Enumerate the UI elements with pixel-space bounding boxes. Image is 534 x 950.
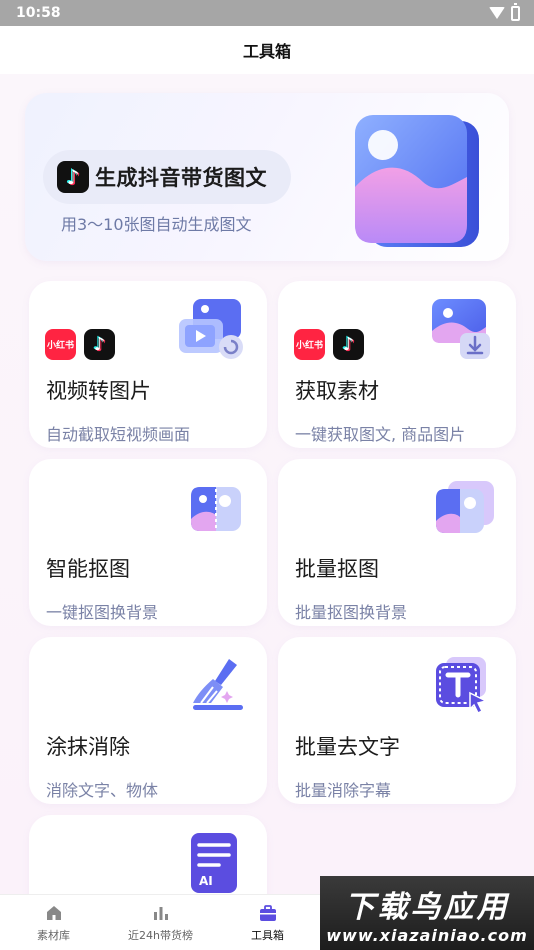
app-header: 工具箱 [0,26,534,74]
page-title: 工具箱 [242,42,291,61]
watermark-title: 下载鸟应用 [344,889,510,925]
tool-title: 视频转图片 [46,379,151,403]
tool-card-batch-cutout[interactable]: 批量抠图 批量抠图换背景 [278,459,516,626]
tool-subtitle: 一键获取图文, 商品图片 [295,425,466,444]
status-bar: 10:58 [0,0,534,26]
xiaohongshu-icon: 小红书 [294,329,325,360]
tool-card-batch-text-removal[interactable]: 批量去文字 批量消除字幕 [278,637,516,804]
brush-erase-icon [193,659,243,710]
status-time: 10:58 [16,5,61,21]
platform-badges: 小红书 ♪ [294,329,364,360]
platform-badges: 小红书 ♪ [45,329,115,360]
tiktok-graphic-generator-banner[interactable]: ♪ 生成抖音带货图文 用3～10张图自动生成图文 [25,93,509,261]
batch-cutout-icon [436,481,494,533]
status-icons [489,2,520,21]
tiktok-icon: ♪ [84,329,115,360]
tiktok-icon: ♪ [57,161,89,193]
main-content[interactable]: ♪ 生成抖音带货图文 用3～10张图自动生成图文 小红书 ♪ 视频转图片 自动截… [0,74,534,915]
text-remove-icon [436,657,489,715]
tool-title: 批量去文字 [295,735,400,759]
tool-card-smart-cutout[interactable]: 智能抠图 一键抠图换背景 [29,459,267,626]
tab-label: 素材库 [37,928,70,942]
ai-icon-text: AI [199,874,213,888]
tool-subtitle: 自动截取短视频画面 [46,425,191,444]
tab-material-library[interactable]: 素材库 [0,895,107,950]
tool-title: 获取素材 [295,379,379,403]
tool-card-brush-erase[interactable]: 涂抹消除 消除文字、物体 [29,637,267,804]
tool-title: 智能抠图 [46,557,130,581]
watermark-url: www.xiazainiao.com [326,925,528,945]
download-image-icon [432,299,490,359]
toolbox-icon [259,904,276,921]
tiktok-icon: ♪ [333,329,364,360]
home-icon [46,905,61,920]
tool-card-video-to-image[interactable]: 小红书 ♪ 视频转图片 自动截取短视频画面 [29,281,267,448]
tool-subtitle: 批量抠图换背景 [295,603,408,622]
banner-pill: ♪ 生成抖音带货图文 [43,150,291,204]
tab-label: 近24h带货榜 [128,928,193,942]
tab-24h-ranking[interactable]: 近24h带货榜 [107,895,214,950]
xiaohongshu-icon: 小红书 [45,329,76,360]
wifi-icon [489,7,505,19]
bar-chart-icon [153,906,168,920]
video-to-image-icon [179,299,243,359]
tab-toolbox[interactable]: 工具箱 [214,895,321,950]
banner-subtitle: 用3～10张图自动生成图文 [61,215,252,234]
tool-card-get-materials[interactable]: 小红书 ♪ 获取素材 一键获取图文, 商品图片 [278,281,516,448]
ai-document-icon: AI [191,833,237,893]
watermark-logo: 下载鸟应用 www.xiazainiao.com [320,876,534,950]
tool-subtitle: 批量消除字幕 [295,781,392,800]
tool-subtitle: 一键抠图换背景 [46,603,159,622]
tool-title: 批量抠图 [295,557,379,581]
tool-title: 涂抹消除 [46,735,130,759]
tab-label: 工具箱 [251,928,284,942]
image-gallery-icon [355,115,479,247]
cutout-icon [191,483,241,535]
battery-icon [511,2,520,21]
banner-title: 生成抖音带货图文 [95,166,267,190]
tool-subtitle: 消除文字、物体 [46,781,159,800]
